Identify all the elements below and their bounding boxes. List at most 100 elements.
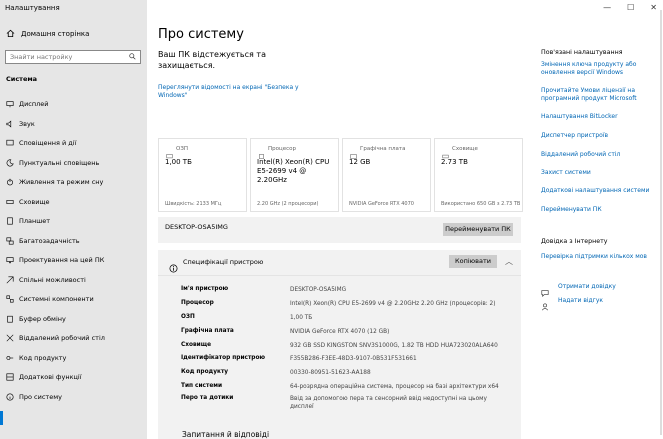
- home-icon: [6, 29, 16, 39]
- spec-value: 1,00 ТБ: [290, 315, 313, 321]
- disk-icon: [442, 145, 449, 159]
- spec-value: F355B286-F3EE-48D3-9107-0B531F531661: [290, 356, 417, 362]
- sidebar-item[interactable]: Код продукту: [0, 352, 147, 364]
- home-link[interactable]: Домашня сторінка: [6, 28, 89, 40]
- window-title: Налаштування: [5, 4, 60, 12]
- sidebar-item[interactable]: Віддалений робочий стіл: [0, 332, 147, 344]
- clipboard-icon: [5, 314, 15, 324]
- device-name-panel: DESKTOP-OSA5IMG Перейменувати ПК: [158, 217, 521, 243]
- sidebar-item-label: Живлення та режим сну: [19, 178, 104, 186]
- sidebar-item[interactable]: Планшет: [0, 215, 147, 227]
- sidebar-item[interactable]: Системні компоненти: [0, 293, 147, 305]
- sidebar: Налаштування Домашня сторінка Знайти нас…: [0, 0, 147, 439]
- rename-pc-button[interactable]: Перейменувати ПК: [443, 223, 513, 236]
- sidebar-item-label: Код продукту: [19, 353, 67, 362]
- related-header: Пов'язані налаштування: [541, 49, 623, 56]
- maximize-button[interactable]: ☐: [627, 3, 634, 12]
- spec-value: Ввід за допомогою пера та сенсорний ввід…: [290, 396, 487, 410]
- language-support-link[interactable]: Перевірка підтримки кількох мов: [541, 253, 659, 261]
- get-help-link[interactable]: Отримати довідку: [558, 283, 616, 290]
- sidebar-item-label: Буфер обміну: [19, 314, 66, 323]
- copy-button[interactable]: Копіювати: [449, 255, 497, 268]
- sidebar-item-label: Звук: [19, 119, 35, 128]
- spec-value: 64-розрядна операційна система, процесор…: [290, 384, 499, 390]
- card-value: 2.73 TB: [441, 158, 468, 166]
- spec-key: ОЗП: [181, 314, 195, 320]
- focus-assist-icon: [5, 158, 15, 168]
- ram-icon: [166, 145, 173, 159]
- help-panel[interactable]: Запитання й відповіді: [158, 427, 521, 439]
- tablet-icon: [5, 216, 15, 226]
- card-label: Сховище: [452, 146, 478, 152]
- related-link[interactable]: Перейменувати ПК: [541, 206, 659, 214]
- minimize-button[interactable]: —: [603, 3, 611, 12]
- feedback-link[interactable]: Надати відгук: [558, 297, 603, 304]
- about-icon: [5, 392, 15, 402]
- spec-value: NVIDIA GeForce RTX 4070 (12 GB): [290, 329, 390, 335]
- collapse-chevron-icon[interactable]: ︿: [505, 256, 513, 267]
- spec-key: Перо та дотики: [181, 395, 234, 401]
- related-link[interactable]: Захист системи: [541, 169, 659, 177]
- sidebar-item[interactable]: Живлення та режим сну: [0, 176, 147, 188]
- card-value: 1,00 ТБ: [165, 158, 192, 166]
- sidebar-item[interactable]: Проектування на цей ПК: [0, 254, 147, 266]
- sidebar-item[interactable]: Пунктуальні сповіщень: [0, 157, 147, 169]
- main-content: — ☐ ✕ Про систему Ваш ПК відстежується т…: [147, 0, 663, 439]
- related-link[interactable]: Віддалений робочий стіл: [541, 151, 659, 159]
- sidebar-item-label: Дисплей: [19, 100, 49, 108]
- sidebar-item-label: Багатозадачність: [19, 236, 80, 245]
- active-indicator: [0, 411, 3, 425]
- sidebar-item[interactable]: Про систему: [0, 391, 147, 403]
- sidebar-item[interactable]: Багатозадачність: [0, 235, 147, 247]
- related-link[interactable]: Диспетчер пристроїв: [541, 132, 659, 140]
- sidebar-item[interactable]: Дисплей: [0, 98, 147, 110]
- sidebar-item-label: Пунктуальні сповіщень: [19, 158, 100, 167]
- spec-key: Код продукту: [181, 369, 229, 375]
- power-icon: [5, 177, 15, 187]
- spec-card: Сховище 2.73 TB Використано 650 GB з 2.73 …: [434, 138, 523, 212]
- scrollbar[interactable]: [660, 10, 662, 435]
- web-help-header: Довідка з Інтернету: [541, 238, 608, 245]
- settings-window: Налаштування Домашня сторінка Знайти нас…: [0, 0, 663, 439]
- info-icon: [169, 258, 178, 273]
- sidebar-item[interactable]: Сповіщення й дії: [0, 137, 147, 149]
- window-controls: — ☐ ✕: [603, 3, 657, 12]
- spec-key: Ім'я пристрою: [181, 286, 229, 292]
- sidebar-item[interactable]: Сховище: [0, 196, 147, 208]
- sidebar-item[interactable]: Спільні можливості: [0, 274, 147, 286]
- related-link[interactable]: Додаткові налаштування системи: [541, 187, 659, 195]
- sidebar-item-label: Системні компоненти: [19, 295, 94, 303]
- optional-features-icon: [5, 372, 15, 382]
- page-title: Про систему: [158, 27, 244, 42]
- sidebar-item[interactable]: Додаткові функції: [0, 371, 147, 383]
- sidebar-item-label: Про систему: [19, 392, 62, 401]
- security-details-link[interactable]: Переглянути відомості на екрані "Безпека…: [158, 84, 308, 100]
- related-link[interactable]: Налаштування BitLocker: [541, 113, 659, 121]
- spec-value: Intel(R) Xeon(R) CPU E5-2699 v4 @ 2.20GH…: [290, 301, 496, 307]
- components-icon: [5, 294, 15, 304]
- specs-header: Специфікації пристрою: [183, 258, 264, 266]
- sound-icon: [5, 119, 15, 129]
- related-link[interactable]: Прочитайте Умови ліцензії на програмний …: [541, 87, 659, 103]
- sidebar-item[interactable]: Буфер обміну: [0, 313, 147, 325]
- card-value: Intel(R) Xeon(R) CPU E5-2699 v4 @ 2.20GH…: [257, 158, 330, 184]
- feedback-icon: [541, 296, 549, 311]
- card-subtext: NVIDIA GeForce RTX 4070: [349, 201, 414, 207]
- card-label: Графічна плата: [360, 146, 406, 152]
- search-input[interactable]: Знайти настройку: [5, 50, 141, 64]
- sidebar-item[interactable]: Звук: [0, 118, 147, 130]
- related-link[interactable]: Змінення ключа продукту або оновлення ве…: [541, 61, 659, 77]
- help-title: Запитання й відповіді: [182, 430, 270, 439]
- spec-card: Процесор Intel(R) Xeon(R) CPU E5-2699 v4 …: [250, 138, 339, 212]
- close-button[interactable]: ✕: [650, 3, 657, 12]
- spec-key: Процесор: [181, 300, 214, 306]
- section-heading: Система: [6, 75, 38, 83]
- card-label: ОЗП: [176, 146, 188, 152]
- sidebar-item-label: Сповіщення й дії: [19, 139, 77, 147]
- display-icon: [5, 99, 15, 109]
- spec-value: DESKTOP-OSA5IMG: [290, 287, 347, 293]
- spec-card: ОЗП 1,00 ТБ Швидкість: 2133 МГц: [158, 138, 247, 212]
- sidebar-item-label: Проектування на цей ПК: [19, 256, 105, 264]
- card-label: Процесор: [268, 146, 296, 152]
- storage-icon: [5, 197, 15, 207]
